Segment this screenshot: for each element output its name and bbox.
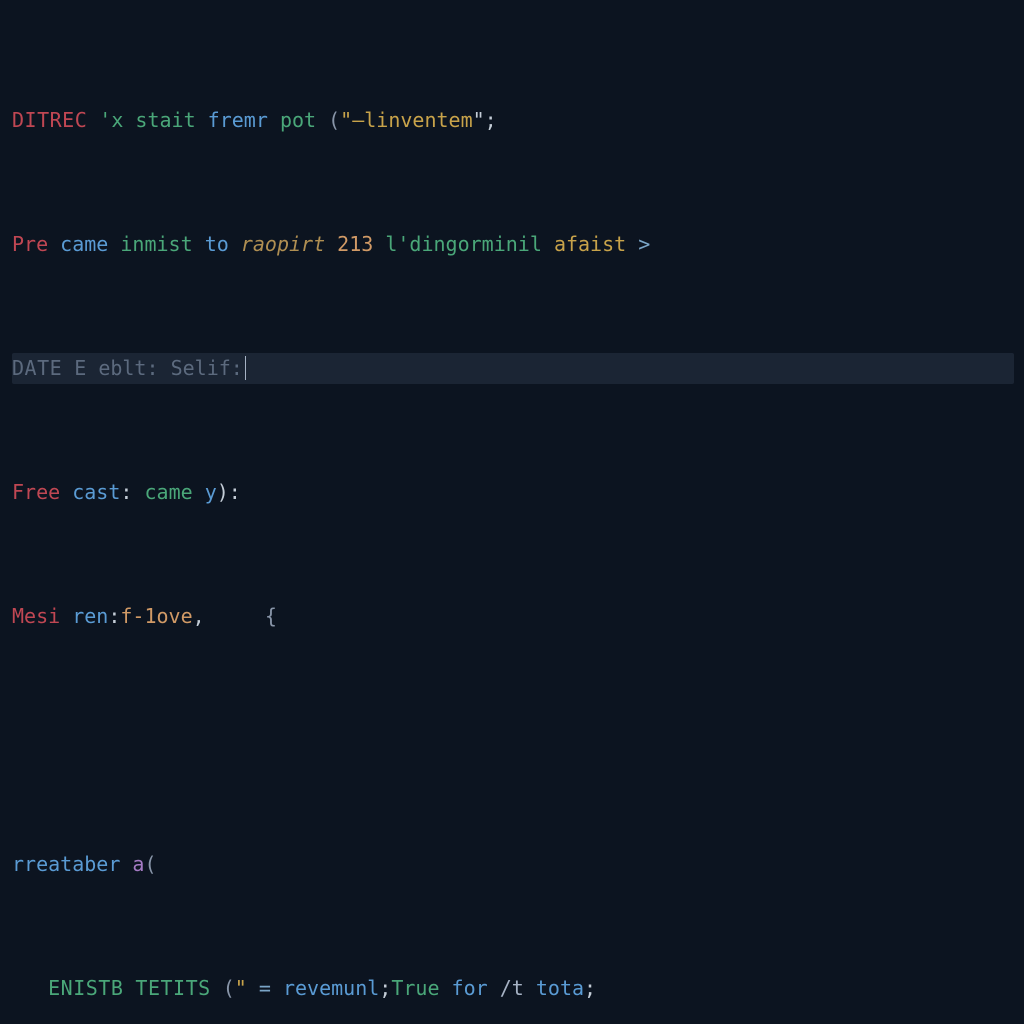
code-line: Free cast: came y): bbox=[12, 477, 1014, 508]
code-line: rreataber a( bbox=[12, 849, 1014, 880]
brace-open: { bbox=[265, 604, 277, 628]
token: pot bbox=[280, 108, 316, 132]
token: /t bbox=[500, 976, 524, 1000]
colon: : bbox=[120, 480, 132, 504]
token-keyword: DITREC bbox=[12, 108, 87, 132]
token: 'x stait bbox=[99, 108, 195, 132]
blank-line bbox=[12, 725, 1014, 756]
code-line: Mesi ren:f-1ove, { bbox=[12, 601, 1014, 632]
string-quote: " bbox=[340, 108, 352, 132]
code-line: Pre came inmist to raopirt 213 l'dingorm… bbox=[12, 229, 1014, 260]
token: to bbox=[205, 232, 229, 256]
token: inmist bbox=[120, 232, 192, 256]
code-editor[interactable]: DITREC 'x stait fremr pot ("—linventem";… bbox=[0, 0, 1024, 1024]
text-cursor-icon bbox=[245, 356, 247, 380]
token: Selif bbox=[171, 356, 231, 380]
colon: : bbox=[146, 356, 158, 380]
token: ren bbox=[72, 604, 108, 628]
token: f-1ove bbox=[120, 604, 192, 628]
colon: : bbox=[231, 356, 243, 380]
code-line-active: DATE E eblt: Selif: bbox=[12, 353, 1014, 384]
token: cast bbox=[72, 480, 120, 504]
code-line: DITREC 'x stait fremr pot ("—linventem"; bbox=[12, 105, 1014, 136]
number: 213 bbox=[337, 232, 373, 256]
token: rreataber bbox=[12, 852, 120, 876]
chevron-right-icon: > bbox=[638, 232, 650, 256]
token-true: True bbox=[391, 976, 439, 1000]
token: for bbox=[452, 976, 488, 1000]
paren-open: ( bbox=[144, 852, 156, 876]
token: a bbox=[132, 852, 144, 876]
token: raopirt bbox=[241, 232, 325, 256]
token-keyword: Free bbox=[12, 480, 60, 504]
token: came bbox=[144, 480, 192, 504]
comma: , bbox=[193, 604, 205, 628]
code-line: ENISTB TETITS (" = revemunl;True for /t … bbox=[12, 973, 1014, 1004]
quote: " bbox=[235, 976, 247, 1000]
semicolon: ; bbox=[584, 976, 596, 1000]
equals-icon: = bbox=[259, 976, 271, 1000]
token: l'dingorminil bbox=[385, 232, 542, 256]
paren-open: ( bbox=[328, 108, 340, 132]
token: ENISTB bbox=[48, 976, 123, 1000]
padding bbox=[205, 604, 265, 628]
colon: : bbox=[108, 604, 120, 628]
indent bbox=[12, 976, 48, 1000]
paren-open: ( bbox=[223, 976, 235, 1000]
token-keyword: Pre bbox=[12, 232, 48, 256]
string-body: —linventem bbox=[352, 108, 472, 132]
token: fremr bbox=[208, 108, 268, 132]
token: afaist bbox=[554, 232, 626, 256]
token: came bbox=[60, 232, 108, 256]
token bbox=[87, 108, 99, 132]
token: revemunl bbox=[283, 976, 379, 1000]
token-dim: DATE bbox=[12, 356, 62, 380]
token: tota bbox=[536, 976, 584, 1000]
token: "; bbox=[473, 108, 497, 132]
token: E bbox=[74, 356, 86, 380]
token: Mesi bbox=[12, 604, 60, 628]
token: eblt bbox=[98, 356, 146, 380]
token: TETITS bbox=[135, 976, 210, 1000]
token: y bbox=[205, 480, 217, 504]
paren-close: ): bbox=[217, 480, 241, 504]
semicolon: ; bbox=[379, 976, 391, 1000]
